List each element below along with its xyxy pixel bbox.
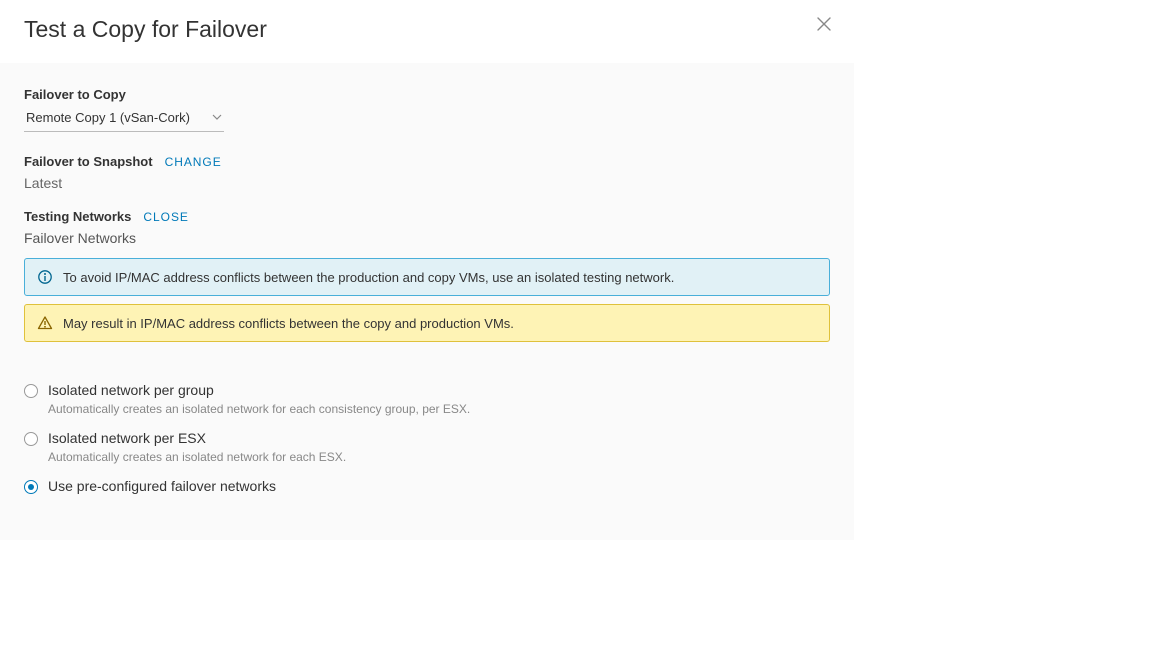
radio-desc: Automatically creates an isolated networ… <box>48 402 830 416</box>
radio-isolated-per-esx[interactable]: Isolated network per ESX <box>24 430 830 446</box>
radio-input[interactable] <box>24 432 38 446</box>
failover-snapshot-label: Failover to Snapshot <box>24 154 153 169</box>
info-alert: To avoid IP/MAC address conflicts betwee… <box>24 258 830 296</box>
warning-alert: May result in IP/MAC address conflicts b… <box>24 304 830 342</box>
close-icon <box>816 16 832 32</box>
radio-preconfigured-networks[interactable]: Use pre-configured failover networks <box>24 478 830 494</box>
modal-test-copy-failover: Test a Copy for Failover Failover to Cop… <box>0 0 854 540</box>
testing-networks-label: Testing Networks <box>24 209 131 224</box>
change-snapshot-button[interactable]: CHANGE <box>165 155 222 169</box>
radio-input[interactable] <box>24 480 38 494</box>
warning-icon <box>37 315 53 331</box>
close-button[interactable] <box>816 16 832 32</box>
close-networks-button[interactable]: CLOSE <box>143 210 188 224</box>
info-alert-text: To avoid IP/MAC address conflicts betwee… <box>63 270 674 285</box>
radio-input[interactable] <box>24 384 38 398</box>
failover-copy-label: Failover to Copy <box>24 87 830 102</box>
failover-networks-subhead: Failover Networks <box>24 230 830 246</box>
warning-alert-text: May result in IP/MAC address conflicts b… <box>63 316 514 331</box>
info-icon <box>37 269 53 285</box>
modal-header: Test a Copy for Failover <box>0 0 854 63</box>
modal-body-scroll[interactable]: Failover to Copy Remote Copy 1 (vSan-Cor… <box>0 63 854 540</box>
modal-title: Test a Copy for Failover <box>24 16 267 43</box>
failover-copy-dropdown[interactable]: Remote Copy 1 (vSan-Cork) <box>24 108 224 132</box>
radio-label: Isolated network per ESX <box>48 430 206 446</box>
radio-isolated-per-group[interactable]: Isolated network per group <box>24 382 830 398</box>
failover-snapshot-value: Latest <box>24 175 830 191</box>
radio-label: Use pre-configured failover networks <box>48 478 276 494</box>
chevron-down-icon <box>212 110 222 125</box>
radio-desc: Automatically creates an isolated networ… <box>48 450 830 464</box>
radio-label: Isolated network per group <box>48 382 214 398</box>
failover-copy-value: Remote Copy 1 (vSan-Cork) <box>26 110 190 125</box>
